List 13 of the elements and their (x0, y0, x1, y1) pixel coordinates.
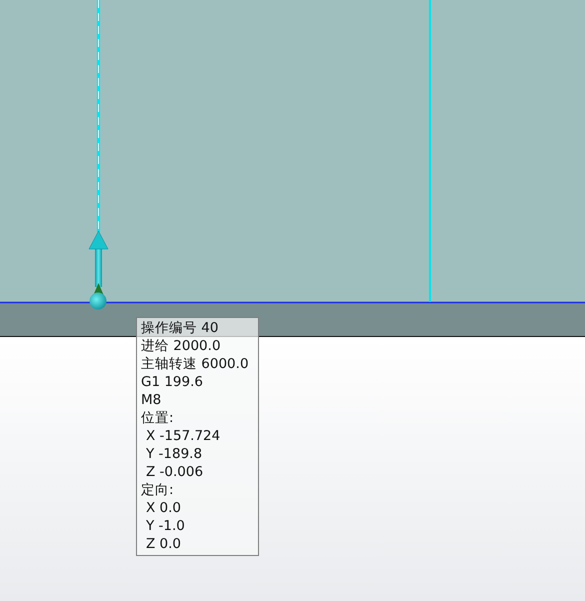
tooltip-line: 主轴转速 6000.0 (141, 355, 250, 373)
tooltip-line: 操作编号 40 (141, 319, 220, 337)
tooltip-line: Z -0.006 (145, 463, 204, 481)
tooltip-line: Z 0.0 (145, 535, 182, 553)
tooltip-line: 位置: (141, 409, 175, 427)
tooltip-line: Y -189.8 (145, 445, 204, 463)
tooltip-line: X -157.724 (145, 427, 222, 445)
tooltip-line: X 0.0 (145, 499, 182, 517)
tooltip-line: Y -1.0 (145, 517, 186, 535)
tooltip-line: 进给 2000.0 (141, 337, 222, 355)
tooltip-line: M8 (141, 391, 162, 409)
tooltip-line: 定向: (141, 481, 175, 499)
tooltip-line: G1 199.6 (141, 373, 204, 391)
